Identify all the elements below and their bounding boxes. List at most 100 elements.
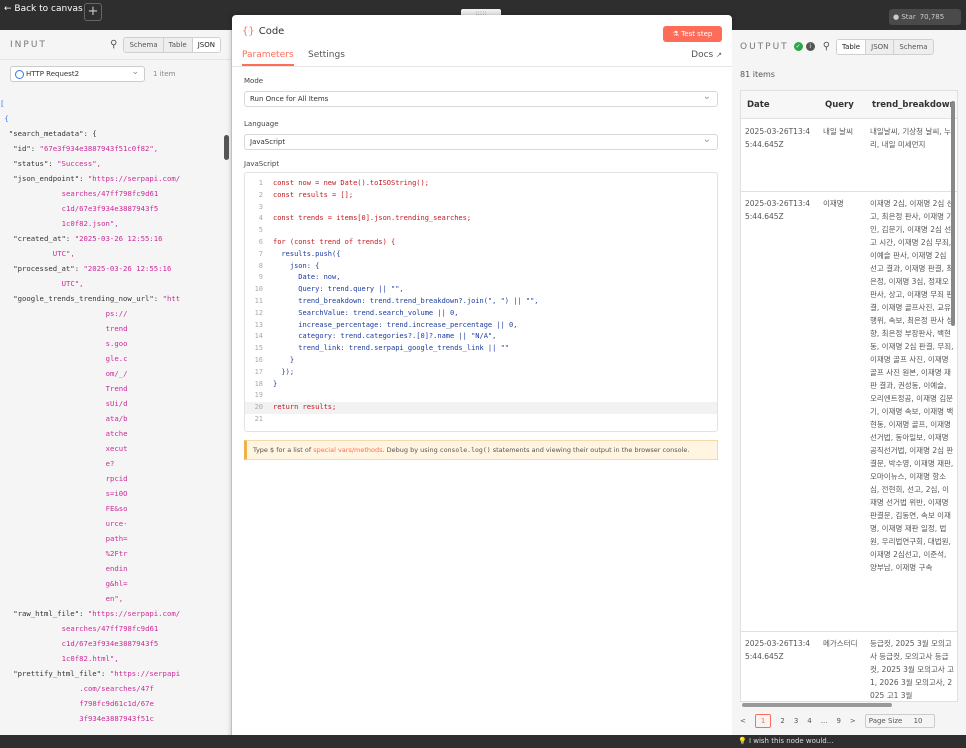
code-line[interactable]: 14 category: trend.categories?.[0]?.name… <box>245 331 717 343</box>
code-line[interactable]: 3 <box>245 202 717 214</box>
page-button[interactable]: 1 <box>754 714 772 728</box>
code-line[interactable]: 16 } <box>245 355 717 367</box>
prev-page-button[interactable]: < <box>740 717 746 725</box>
tab-json[interactable]: JSON <box>866 39 895 54</box>
code-line[interactable]: 4 const trends = items[0].json.trending_s… <box>245 213 717 225</box>
json-line: "processed_at": "2025-03-26 12:55:16 <box>13 264 172 273</box>
code-line[interactable]: 19 <box>245 390 717 402</box>
code-line[interactable]: 11 trend_breakdown: trend.trend_breakdow… <box>245 296 717 308</box>
output-panel: OUTPUT ✓ i ⚲ Table JSON Schema 81 items … <box>732 30 966 735</box>
table-cell: 이재명 2심, 이재명 2심 선고, 최은정 판사, 이재명 기인, 김문기, … <box>870 199 954 572</box>
table-cell: 내일날씨, 기상청 날씨, 누리, 내일 미세먼지 <box>870 127 951 149</box>
search-icon[interactable]: ⚲ <box>110 39 117 50</box>
special-vars-link[interactable]: special vars/methods <box>313 446 382 454</box>
table-cell: 이재명 <box>823 199 844 208</box>
json-line: en", <box>105 594 124 603</box>
json-line: s=i0O <box>105 489 128 498</box>
code-line[interactable]: 8 json: { <box>245 261 717 273</box>
line-number: 16 <box>254 356 263 364</box>
code-editor[interactable]: 1 const now = new Date().toISOString(); 2 c… <box>244 172 718 432</box>
line-number: 13 <box>254 320 263 329</box>
json-line: { <box>4 114 9 123</box>
test-step-button[interactable]: ⚗ Test step <box>663 26 722 42</box>
output-scrollbar[interactable] <box>951 101 955 326</box>
code-icon: {} <box>242 26 255 37</box>
modal-title: {} Code <box>242 26 284 37</box>
code-line[interactable]: 12 SearchValue: trend.search_volume || 0… <box>245 308 717 320</box>
column-header[interactable]: Date <box>741 91 819 119</box>
code-line[interactable]: 6 for (const trend of trends) { <box>245 237 717 249</box>
input-header: INPUT ⚲ Schema Table JSON <box>0 30 231 60</box>
modal-title-text: Code <box>258 26 285 37</box>
column-header[interactable]: Query <box>819 91 866 119</box>
line-number: 4 <box>258 214 263 223</box>
tab-table[interactable]: Table <box>163 37 193 52</box>
mode-select[interactable]: Run Once for All Items <box>244 89 718 107</box>
code-line[interactable]: 7 results.push({ <box>245 249 717 261</box>
table-cell: 등급컷, 2025 3월 모의고사 등급컷, 모의고사 등급컷, 2025 3월… <box>870 639 955 700</box>
docs-link[interactable]: Docs ↗ <box>691 50 722 60</box>
column-header[interactable]: trend_breakdown <box>866 91 957 119</box>
tab-schema[interactable]: Schema <box>124 37 164 52</box>
code-line[interactable]: 5 <box>245 225 717 237</box>
json-line: f798fc9d61c1d/67e <box>79 699 154 708</box>
feedback-text: I wish this node would... <box>748 737 834 745</box>
input-view-tabs: Schema Table JSON <box>123 36 221 53</box>
code-line[interactable]: 1 const now = new Date().toISOString(); <box>245 178 717 190</box>
hint-text-3: statements and viewing their output in t… <box>490 446 690 454</box>
code-line[interactable]: 18} <box>245 379 717 391</box>
tab-parameters[interactable]: Parameters <box>242 50 294 66</box>
page-size-value: 10 <box>913 717 923 725</box>
output-horizontal-scrollbar[interactable] <box>742 703 892 707</box>
code-line[interactable]: 9 Date: now, <box>245 272 717 284</box>
info-icon[interactable]: i <box>805 42 815 51</box>
tab-schema[interactable]: Schema <box>894 39 933 54</box>
tab-settings[interactable]: Settings <box>308 50 345 60</box>
input-scrollbar[interactable] <box>224 135 229 160</box>
json-line: ps:// <box>105 309 128 318</box>
json-line: "prettify_html_file": "https://serpapi <box>13 669 181 678</box>
line-number: 19 <box>254 391 263 400</box>
code-line[interactable]: 17 }); <box>245 367 717 379</box>
feedback-hint[interactable]: 💡 I wish this node would... <box>738 737 833 745</box>
back-to-canvas-link[interactable]: ← Back to canvas <box>4 4 83 14</box>
line-number: 3 <box>258 202 263 211</box>
next-page-button[interactable]: > <box>850 717 856 725</box>
json-line: e? <box>105 459 115 468</box>
page-button[interactable]: 3 <box>794 717 798 725</box>
page-button[interactable]: 4 <box>807 717 811 725</box>
json-line: om/_/ <box>105 369 128 378</box>
json-line: rpcid <box>105 474 128 483</box>
external-link-icon: ↗ <box>716 51 722 59</box>
github-star-button[interactable]: ● Star 70,785 <box>889 9 961 25</box>
github-star-count: 70,785 <box>919 13 945 21</box>
github-icon: ● <box>893 13 900 21</box>
json-line: 1c0f82.json", <box>61 219 119 228</box>
code-line[interactable]: 2 const results = []; <box>245 190 717 202</box>
line-number: 5 <box>258 226 263 235</box>
code-line[interactable]: 13 increase_percentage: trend.increase_p… <box>245 320 717 332</box>
json-line: 3f934e3887943f51c <box>79 714 154 723</box>
line-number: 12 <box>254 308 263 317</box>
page-size-select[interactable]: Page Size 10 <box>864 714 936 728</box>
code-line[interactable]: 10 Query: trend.query || "", <box>245 284 717 296</box>
code-line[interactable]: 21 <box>245 414 717 426</box>
line-number: 7 <box>258 249 263 258</box>
code-line[interactable]: 20 return results; <box>245 402 717 414</box>
code-line[interactable]: 15 trend_link: trend.serpapi_google_tren… <box>245 343 717 355</box>
tab-table[interactable]: Table <box>837 39 867 54</box>
tab-json[interactable]: JSON <box>192 37 220 52</box>
page-button[interactable]: 9 <box>836 717 840 725</box>
page-button[interactable]: 2 <box>780 717 784 725</box>
line-number: 6 <box>258 238 263 246</box>
add-node-button[interactable]: + <box>84 3 102 21</box>
search-icon[interactable]: ⚲ <box>823 41 830 52</box>
code-node-modal: {} Code ⚗ Test step Parameters Settings D… <box>232 15 732 748</box>
input-node-select[interactable]: HTTP Request2 <box>10 65 145 82</box>
json-line: gle.c <box>105 354 128 363</box>
language-select[interactable]: JavaScript <box>244 132 718 150</box>
json-line: "status": "Success", <box>13 159 102 168</box>
json-line: trend <box>105 324 128 333</box>
json-line: c1d/67e3f934e3887943f5 <box>61 639 159 648</box>
json-line: UTC", <box>61 279 84 288</box>
